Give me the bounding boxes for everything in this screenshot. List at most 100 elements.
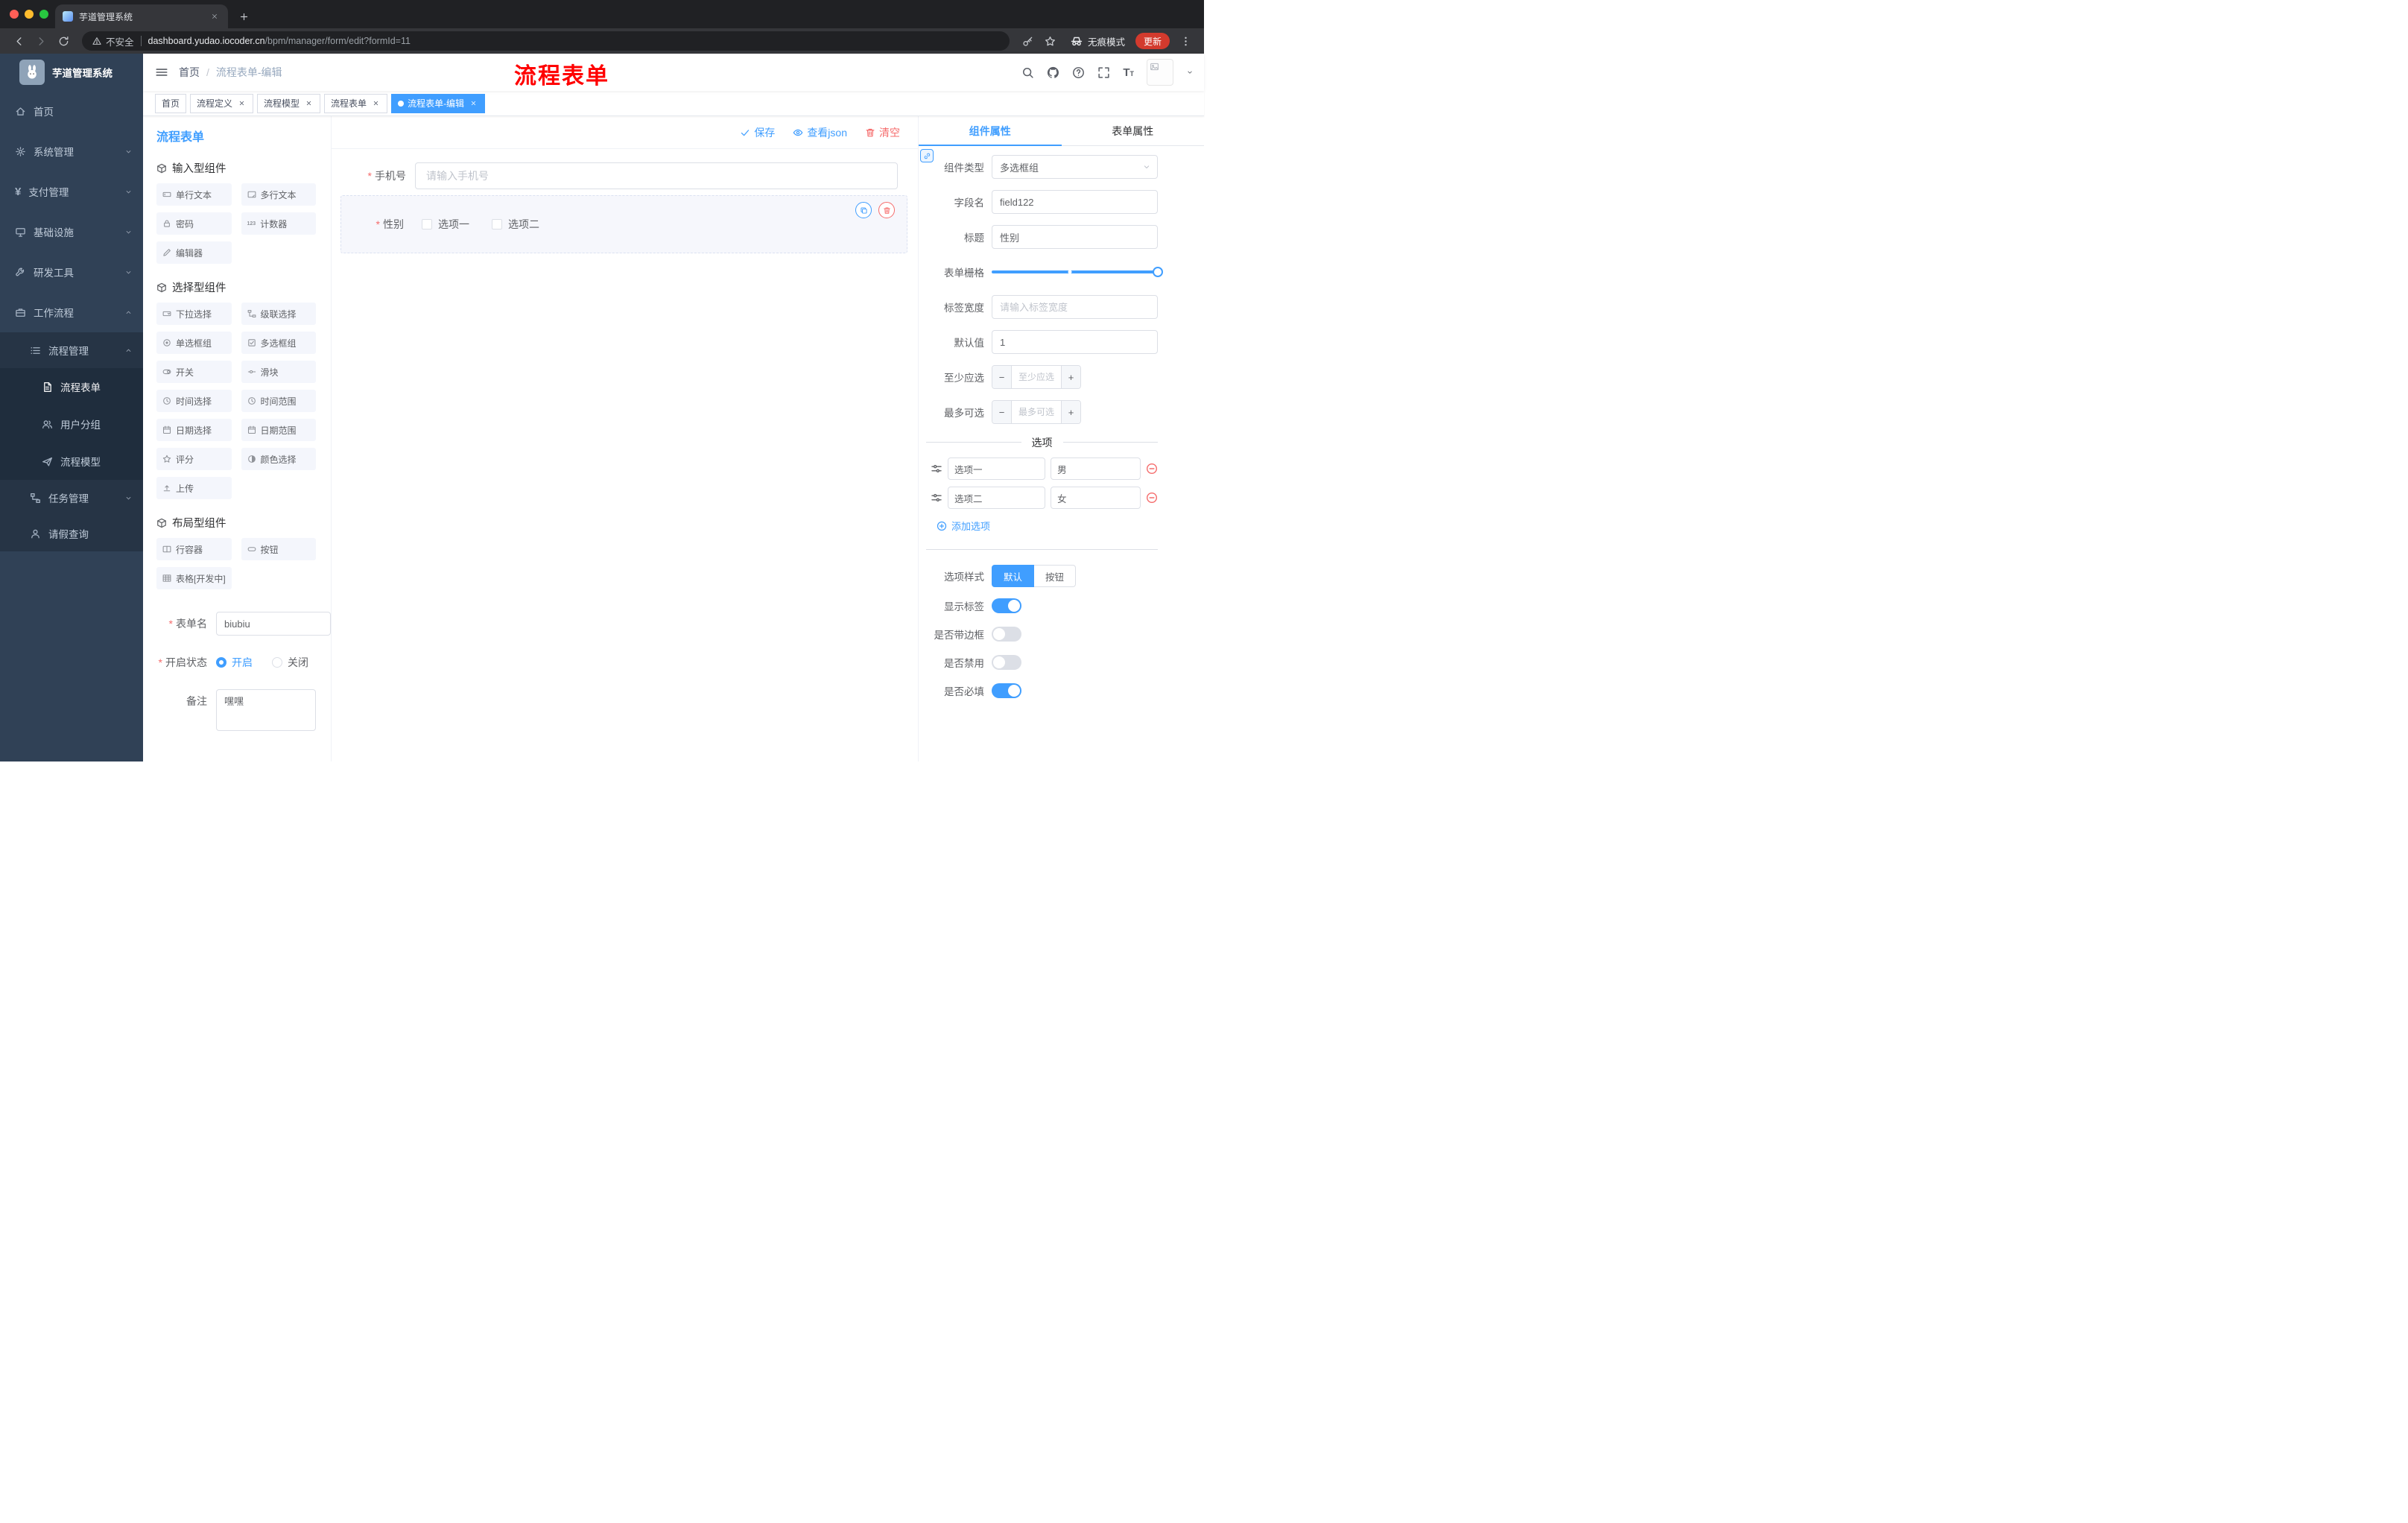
tag-process-model[interactable]: 流程模型 [257, 93, 321, 113]
tab-form-props[interactable]: 表单属性 [1062, 116, 1205, 145]
tag-close-icon[interactable] [370, 98, 381, 109]
status-off-radio[interactable]: 关闭 [272, 655, 308, 670]
phone-input[interactable] [415, 162, 898, 189]
hamburger-icon[interactable] [143, 66, 179, 79]
chip-select[interactable]: 下拉选择 [156, 303, 232, 325]
chip-date-range[interactable]: 日期范围 [241, 419, 316, 441]
chip-switch[interactable]: 开关 [156, 361, 232, 383]
close-window-button[interactable] [10, 10, 19, 19]
sidebar-item-workflow[interactable]: 工作流程 [0, 292, 143, 332]
canvas-field-gender-selected[interactable]: 性别 选项一 选项二 [340, 195, 907, 253]
option1-value-input[interactable] [1051, 457, 1141, 480]
component-type-select[interactable]: 多选框组 [992, 155, 1158, 179]
chip-counter[interactable]: 123 计数器 [241, 212, 316, 235]
sidebar-item-system[interactable]: 系统管理 [0, 131, 143, 171]
chip-checkbox-group[interactable]: 多选框组 [241, 332, 316, 354]
gender-option1-checkbox[interactable]: 选项一 [422, 217, 469, 232]
chip-time-range[interactable]: 时间范围 [241, 390, 316, 412]
browser-update-button[interactable]: 更新 [1135, 33, 1170, 49]
required-toggle[interactable] [992, 683, 1021, 698]
style-default-button[interactable]: 默认 [992, 565, 1035, 587]
browser-menu-icon[interactable] [1176, 31, 1195, 51]
link-icon[interactable] [920, 149, 934, 162]
delete-widget-button[interactable] [878, 202, 895, 218]
chip-multi-line-text[interactable]: 多行文本 [241, 183, 316, 206]
sidebar-item-user-group[interactable]: 用户分组 [0, 405, 143, 443]
field-name-input[interactable] [992, 190, 1158, 214]
chip-cascader[interactable]: 级联选择 [241, 303, 316, 325]
sidebar-item-leave-query[interactable]: 请假查询 [0, 516, 143, 551]
chip-slider[interactable]: 滑块 [241, 361, 316, 383]
help-icon[interactable] [1072, 66, 1085, 79]
clear-button[interactable]: 清空 [865, 125, 900, 140]
zoom-window-button[interactable] [39, 10, 48, 19]
form-name-input[interactable] [216, 612, 331, 636]
disabled-toggle[interactable] [992, 655, 1021, 670]
save-button[interactable]: 保存 [740, 125, 775, 140]
search-icon[interactable] [1021, 66, 1034, 79]
show-label-toggle[interactable] [992, 598, 1021, 613]
tag-close-icon[interactable] [303, 98, 314, 109]
avatar-caret-icon[interactable] [1186, 69, 1194, 76]
bookmark-star-icon[interactable] [1041, 31, 1060, 51]
sidebar-item-home[interactable]: 首页 [0, 91, 143, 131]
avatar[interactable] [1147, 59, 1173, 86]
min-count-input[interactable] [1012, 366, 1061, 388]
option2-name-input[interactable] [948, 487, 1046, 509]
minimize-window-button[interactable] [25, 10, 34, 19]
view-json-button[interactable]: 查看json [793, 125, 847, 140]
status-on-radio[interactable]: 开启 [216, 655, 253, 670]
tag-process-form[interactable]: 流程表单 [324, 93, 388, 113]
tag-process-definition[interactable]: 流程定义 [190, 93, 254, 113]
chip-date-picker[interactable]: 日期选择 [156, 419, 232, 441]
chip-rate[interactable]: 评分 [156, 448, 232, 470]
tag-process-form-edit[interactable]: 流程表单-编辑 [391, 93, 486, 113]
minus-button[interactable]: − [992, 401, 1012, 423]
max-count-input[interactable] [1012, 401, 1061, 423]
tag-close-icon[interactable] [468, 98, 478, 109]
plus-button[interactable]: + [1061, 401, 1080, 423]
chip-password[interactable]: 密码 [156, 212, 232, 235]
chip-color-picker[interactable]: 颜色选择 [241, 448, 316, 470]
fullscreen-icon[interactable] [1097, 66, 1110, 79]
slider-handle[interactable] [1153, 267, 1163, 277]
chip-editor[interactable]: 编辑器 [156, 241, 232, 264]
remove-option-icon[interactable] [1146, 463, 1158, 475]
sidebar-item-task-management[interactable]: 任务管理 [0, 480, 143, 516]
github-icon[interactable] [1047, 66, 1059, 79]
tab-component-props[interactable]: 组件属性 [919, 116, 1062, 146]
font-size-icon[interactable]: TT [1123, 66, 1134, 79]
drag-handle-icon[interactable] [931, 463, 942, 475]
breadcrumb-home[interactable]: 首页 [179, 65, 200, 80]
reload-icon[interactable] [54, 31, 73, 51]
label-width-input[interactable] [992, 295, 1158, 319]
border-toggle[interactable] [992, 627, 1021, 642]
chip-button[interactable]: 按钮 [241, 538, 316, 560]
add-option-button[interactable]: 添加选项 [937, 519, 1158, 533]
tab-close-icon[interactable] [209, 10, 221, 22]
form-remark-textarea[interactable]: 嘿嘿 [216, 689, 316, 731]
sidebar-item-process-management[interactable]: 流程管理 [0, 332, 143, 368]
drag-handle-icon[interactable] [931, 492, 942, 504]
chip-table[interactable]: 表格[开发中] [156, 567, 232, 589]
chip-row-container[interactable]: 行容器 [156, 538, 232, 560]
default-value-input[interactable] [992, 330, 1158, 354]
copy-widget-button[interactable] [855, 202, 872, 218]
sidebar-item-devtools[interactable]: 研发工具 [0, 252, 143, 292]
chip-radio-group[interactable]: 单选框组 [156, 332, 232, 354]
chip-upload[interactable]: 上传 [156, 477, 232, 499]
new-tab-button[interactable] [234, 7, 253, 26]
sidebar-item-process-model[interactable]: 流程模型 [0, 443, 143, 480]
remove-option-icon[interactable] [1146, 492, 1158, 504]
sidebar-item-infra[interactable]: 基础设施 [0, 212, 143, 252]
browser-tab[interactable]: 芋道管理系统 [55, 4, 228, 28]
option1-name-input[interactable] [948, 457, 1046, 480]
plus-button[interactable]: + [1061, 366, 1080, 388]
sidebar-item-payment[interactable]: ¥ 支付管理 [0, 171, 143, 212]
sidebar-item-process-form[interactable]: 流程表单 [0, 368, 143, 405]
forward-icon[interactable] [31, 31, 51, 51]
tag-close-icon[interactable] [236, 98, 247, 109]
gender-option2-checkbox[interactable]: 选项二 [492, 217, 539, 232]
form-grid-slider[interactable] [992, 260, 1163, 284]
security-warning-icon[interactable] [92, 37, 101, 45]
